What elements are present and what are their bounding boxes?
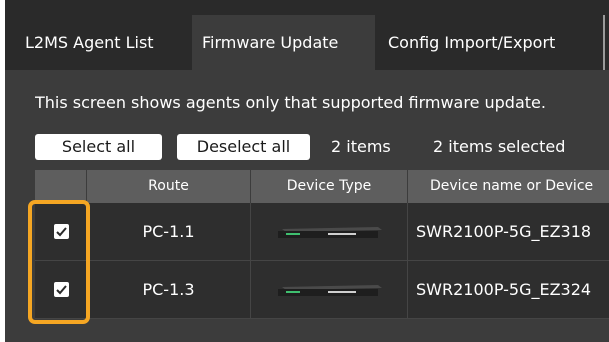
- selected-count: 2 items selected: [433, 137, 566, 156]
- device-name-cell: SWR2100P-5G_EZ318: [408, 203, 609, 260]
- header-route[interactable]: Route: [87, 170, 251, 203]
- agent-table: Route Device Type Device name or Device …: [35, 170, 609, 330]
- row-checkbox[interactable]: [54, 224, 69, 239]
- checkmark-icon: [56, 285, 67, 295]
- tab-l2ms-agent-list[interactable]: L2MS Agent List: [15, 15, 192, 70]
- route-cell: PC-1.1: [87, 203, 251, 260]
- row-checkbox[interactable]: [54, 282, 69, 297]
- switch-device-icon: [278, 285, 382, 296]
- deselect-all-button[interactable]: Deselect all: [177, 134, 310, 160]
- tab-divider: [603, 15, 605, 70]
- checkbox-cell: [35, 203, 87, 260]
- tab-config-import-export[interactable]: Config Import/Export: [378, 15, 603, 70]
- checkmark-icon: [56, 227, 67, 237]
- firmware-update-panel: L2MS Agent List Firmware Update Config I…: [5, 0, 609, 342]
- route-cell: PC-1.3: [87, 261, 251, 318]
- header-device-name[interactable]: Device name or Device: [408, 170, 609, 203]
- header-device-type[interactable]: Device Type: [251, 170, 408, 203]
- checkbox-cell: [35, 261, 87, 318]
- tab-bar: L2MS Agent List Firmware Update Config I…: [5, 0, 609, 70]
- items-count: 2 items: [331, 137, 391, 156]
- description-text: This screen shows agents only that suppo…: [35, 93, 546, 112]
- table-row[interactable]: PC-1.1 SWR2100P-5G_EZ318: [35, 203, 609, 261]
- tab-firmware-update[interactable]: Firmware Update: [192, 15, 375, 70]
- device-name-cell: SWR2100P-5G_EZ324: [408, 261, 609, 318]
- device-type-cell: [251, 261, 408, 318]
- switch-device-icon: [278, 227, 382, 238]
- header-checkbox-column: [35, 170, 87, 203]
- select-all-button[interactable]: Select all: [35, 134, 162, 160]
- device-type-cell: [251, 203, 408, 260]
- table-row[interactable]: PC-1.3 SWR2100P-5G_EZ324: [35, 261, 609, 319]
